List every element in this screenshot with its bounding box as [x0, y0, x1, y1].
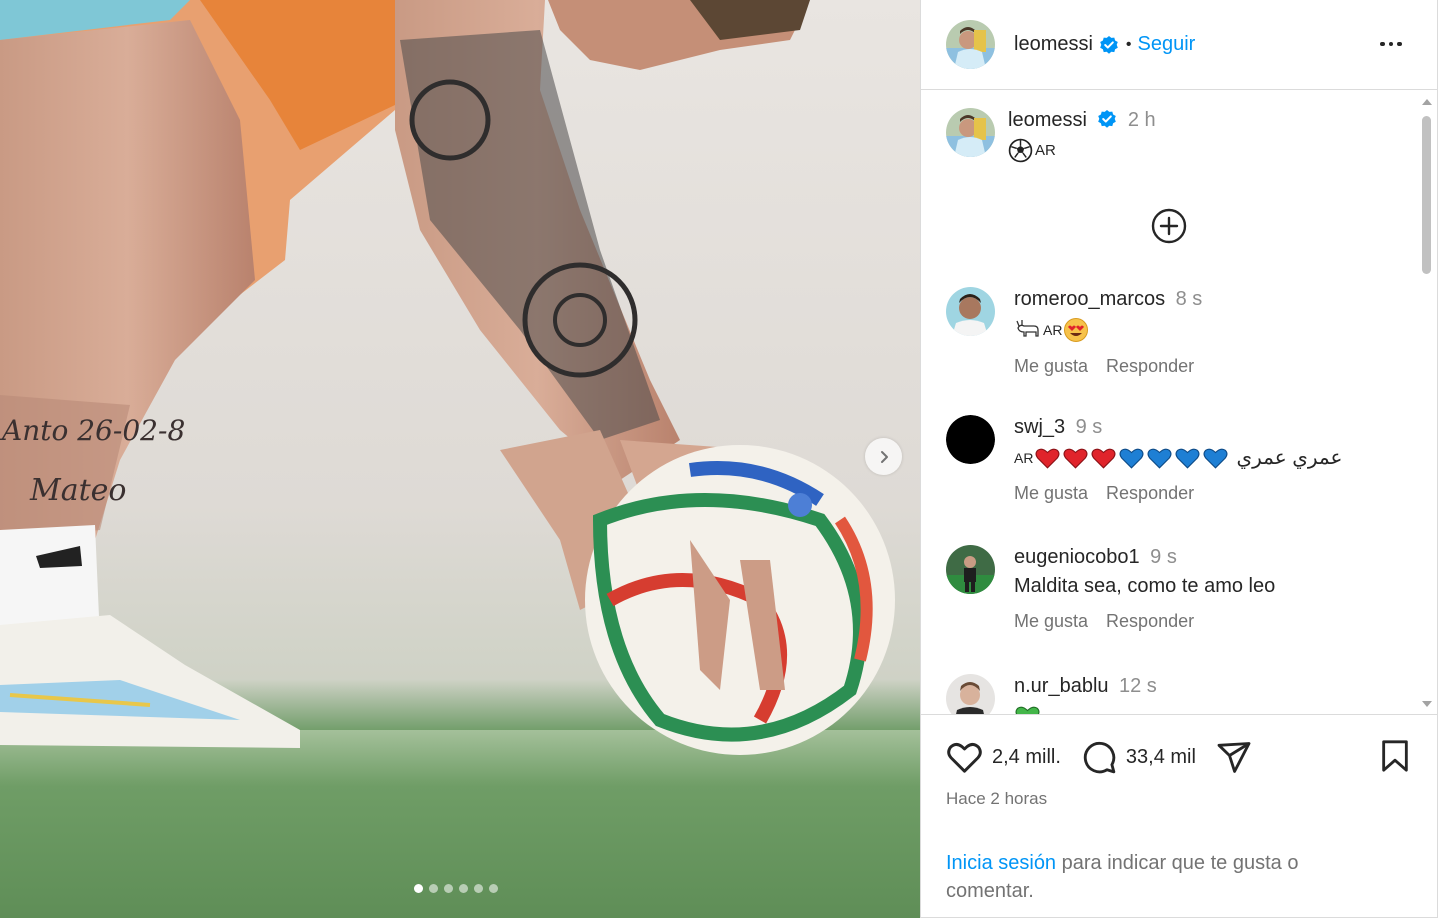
post-media[interactable]: Anto 26-02-8 Mateo: [0, 0, 920, 918]
comment-reply-button[interactable]: Responder: [1106, 356, 1194, 377]
comment-text: Maldita sea, como te amo leo: [1014, 575, 1276, 597]
author-avatar[interactable]: [946, 108, 995, 157]
carousel-indicator: [414, 884, 498, 893]
svg-text:Mateo: Mateo: [29, 473, 126, 508]
scroll-thumb[interactable]: [1422, 116, 1431, 274]
comment-item: eugeniocobo1 9 s Maldita sea, como te am…: [946, 545, 1416, 632]
carousel-dot: [474, 884, 483, 893]
comment-like-button[interactable]: Me gusta: [1014, 483, 1088, 504]
heart-eyes-emoji-icon: [1064, 318, 1089, 342]
carousel-dot: [459, 884, 468, 893]
red-heart-emoji-icon: [1063, 448, 1088, 469]
author-username[interactable]: leomessi: [1014, 33, 1093, 56]
post-actions: 2,4 mill. 33,4 mil Hace 2 horas Inicia s…: [921, 714, 1437, 918]
comment-username[interactable]: n.ur_bablu: [1014, 675, 1109, 697]
comment-username[interactable]: romeroo_marcos: [1014, 288, 1165, 310]
comment-avatar[interactable]: [946, 287, 995, 336]
caption-time: 2 h: [1127, 109, 1156, 131]
comment-like-button[interactable]: Me gusta: [1014, 356, 1088, 377]
blue-heart-emoji-icon: [1175, 448, 1200, 469]
login-prompt: Inicia sesión para indicar que te gusta …: [946, 849, 1366, 905]
scroll-up-arrow-icon[interactable]: [1422, 99, 1432, 105]
comment-text: AR: [1014, 317, 1202, 343]
scroll-down-arrow-icon[interactable]: [1422, 701, 1432, 707]
carousel-dot: [429, 884, 438, 893]
author-avatar[interactable]: [946, 20, 995, 69]
follow-button[interactable]: Seguir: [1138, 33, 1196, 56]
blue-heart-emoji-icon: [1147, 448, 1172, 469]
comment-count: 33,4 mil: [1125, 745, 1196, 768]
more-options-icon[interactable]: [1376, 30, 1406, 58]
comment-flag-text: AR: [1014, 449, 1034, 466]
comment-time: 8 s: [1175, 288, 1203, 310]
comment-avatar[interactable]: [946, 415, 995, 464]
comment-username[interactable]: eugeniocobo1: [1014, 546, 1140, 568]
comment-avatar[interactable]: [946, 545, 995, 594]
comment-username[interactable]: swj_3: [1014, 416, 1065, 438]
comment-flag-text: AR: [1043, 322, 1063, 338]
login-link[interactable]: Inicia sesión: [946, 852, 1056, 874]
like-count: 2,4 mill.: [992, 745, 1061, 768]
blue-heart-emoji-icon: [1119, 448, 1144, 469]
comment-text: AR عمري عمري: [1014, 445, 1342, 470]
bookmark-icon[interactable]: [1380, 739, 1410, 778]
caption-text: AR: [1008, 138, 1156, 163]
post-timestamp: Hace 2 horas: [946, 789, 1048, 808]
comment-arabic-text: عمري عمري: [1236, 447, 1343, 469]
soccer-ball-emoji-icon: [1008, 138, 1033, 163]
post-header: leomessi • Seguir: [921, 0, 1437, 90]
comment-item: romeroo_marcos 8 s AR Me gusta Responder: [946, 287, 1416, 377]
comment-item: swj_3 9 s AR عمري عمري Me gusta Responde…: [946, 415, 1416, 504]
chevron-right-icon: [880, 450, 888, 463]
comments-list[interactable]: leomessi 2 h AR romeroo_marcos 8 s AR Me…: [921, 91, 1437, 714]
post-side-panel: leomessi • Seguir leomessi 2 h AR romero…: [920, 0, 1438, 918]
comment-like-button[interactable]: Me gusta: [1014, 611, 1088, 632]
carousel-dot-active: [414, 884, 423, 893]
comment-reply-button[interactable]: Responder: [1106, 483, 1194, 504]
header-separator: •: [1125, 35, 1132, 53]
add-circle-icon[interactable]: [1150, 207, 1188, 245]
svg-text:Anto 26-02-8: Anto 26-02-8: [0, 414, 185, 447]
comment-time: 9 s: [1150, 546, 1177, 568]
comment-time: 12 s: [1118, 675, 1157, 697]
comment-text: [1014, 704, 1157, 714]
green-heart-emoji-icon: [1015, 706, 1040, 714]
post-caption: leomessi 2 h AR: [946, 108, 1156, 163]
blue-heart-emoji-icon: [1203, 448, 1228, 469]
comment-item: n.ur_bablu 12 s: [946, 674, 1416, 714]
comment-avatar[interactable]: [946, 674, 995, 714]
red-heart-emoji-icon: [1035, 448, 1060, 469]
verified-badge-icon: [1100, 35, 1118, 54]
carousel-next-button[interactable]: [865, 438, 902, 475]
comment-reply-button[interactable]: Responder: [1106, 611, 1194, 632]
carousel-dot: [489, 884, 498, 893]
caption-flag-text: AR: [1035, 142, 1056, 159]
comment-time: 9 s: [1075, 416, 1103, 438]
verified-badge-icon: [1098, 110, 1117, 128]
goat-emoji-icon: [1016, 320, 1039, 337]
comments-scrollbar[interactable]: [1419, 96, 1433, 710]
red-heart-emoji-icon: [1091, 448, 1116, 469]
comment-icon[interactable]: [1081, 739, 1117, 775]
share-icon[interactable]: [1216, 740, 1252, 774]
post-photo: Anto 26-02-8 Mateo: [0, 0, 920, 918]
carousel-dot: [444, 884, 453, 893]
caption-username[interactable]: leomessi: [1008, 109, 1087, 131]
heart-icon[interactable]: [946, 740, 983, 774]
